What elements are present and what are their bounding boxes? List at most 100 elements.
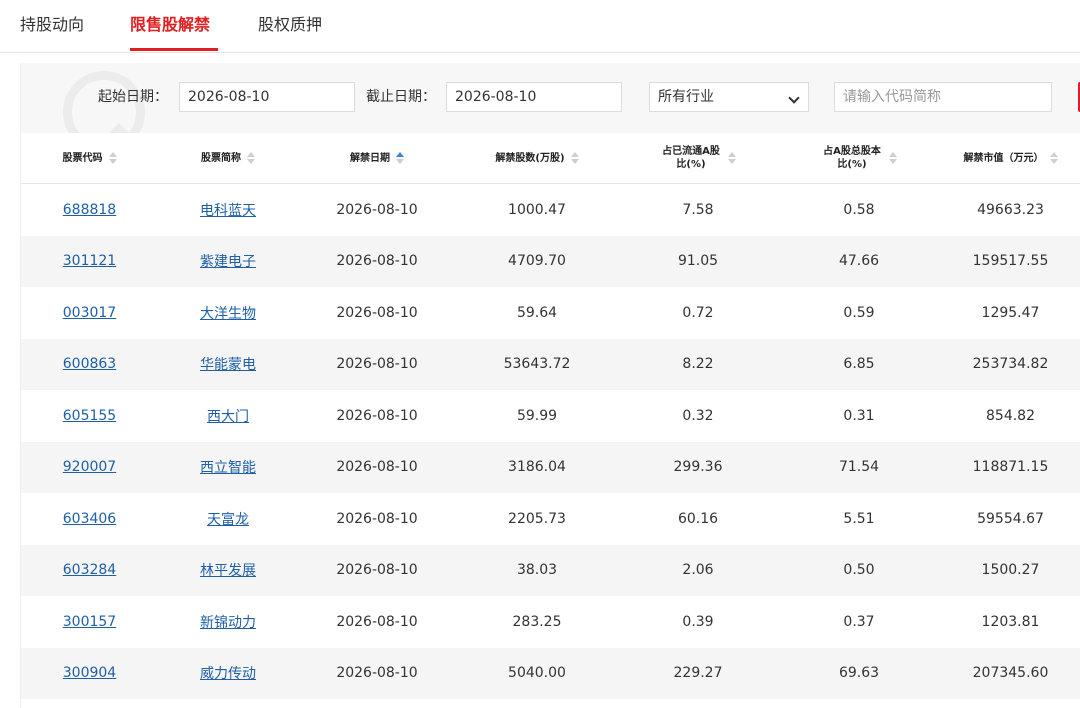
cell-stock-name[interactable]: 新锦动力	[158, 596, 298, 648]
cell-stock-code[interactable]: 605155	[21, 390, 158, 442]
sort-icon[interactable]	[570, 152, 579, 164]
cell-stock-code[interactable]: 301121	[21, 236, 158, 288]
stock-code-link[interactable]: 300157	[63, 614, 116, 630]
stock-code-link[interactable]: 600863	[63, 356, 116, 372]
cell-unlock-shares: 3186.04	[456, 442, 618, 494]
cell-value: 2026-08-10	[336, 201, 418, 218]
cell-unlock-value: 59554.67	[940, 493, 1080, 545]
stock-code-link[interactable]: 300904	[63, 665, 116, 681]
cell-value: 0.32	[682, 407, 714, 424]
end-date-label: 截止日期：	[366, 89, 436, 105]
stock-name-link[interactable]: 新锦动力	[200, 612, 256, 632]
cell-stock-code[interactable]: 603284	[21, 545, 158, 597]
sort-icon[interactable]	[728, 152, 736, 164]
cell-stock-name[interactable]: 林平发展	[158, 545, 298, 597]
cell-value: 0.72	[682, 304, 714, 321]
cell-stock-name[interactable]: 西立智能	[158, 442, 298, 494]
cell-unlock-value: 253734.82	[940, 339, 1080, 391]
table-row: 605155 西大门 2026-08-10 59.99 0.32 0.31 854.82	[21, 390, 1080, 442]
stock-name-link[interactable]: 天富龙	[207, 509, 249, 529]
tab-holding-trend[interactable]: 持股动向	[20, 14, 84, 36]
cell-stock-name[interactable]: 西大门	[158, 390, 298, 442]
cell-stock-code[interactable]: 688818	[21, 184, 158, 236]
cell-total-ratio: 47.66	[778, 236, 940, 288]
stock-code-link[interactable]: 920007	[63, 459, 116, 475]
cell-value: 299.36	[673, 459, 723, 476]
stock-code-link[interactable]: 605155	[63, 408, 116, 424]
cell-value: 2026-08-10	[336, 562, 418, 579]
header-unlock-value[interactable]: 解禁市值（万元）	[940, 133, 1080, 183]
filter-bar: 起始日期： 截止日期： 所有行业	[21, 63, 1080, 133]
cell-stock-name[interactable]: 威力传动	[158, 648, 298, 700]
cell-value: 3186.04	[508, 459, 566, 476]
stock-name-link[interactable]: 西大门	[207, 406, 249, 426]
tab-equity-pledge[interactable]: 股权质押	[258, 14, 322, 36]
cell-stock-code[interactable]: 920007	[21, 442, 158, 494]
cell-stock-code[interactable]: 300904	[21, 648, 158, 700]
active-tab-indicator	[130, 48, 218, 51]
sort-icon[interactable]	[108, 152, 117, 164]
stock-name-link[interactable]: 西立智能	[200, 457, 256, 477]
cell-total-ratio: 0.59	[778, 287, 940, 339]
stock-name-link[interactable]: 华能蒙电	[200, 354, 256, 374]
end-date-input[interactable]	[446, 82, 622, 112]
sort-icon[interactable]	[889, 152, 897, 164]
stock-code-link[interactable]: 003017	[63, 305, 116, 321]
cell-stock-code[interactable]: 300157	[21, 596, 158, 648]
cell-stock-code[interactable]: 603406	[21, 493, 158, 545]
header-float-ratio[interactable]: 占已流通A股比(%)	[618, 133, 778, 183]
cell-stock-name[interactable]: 电科蓝天	[158, 184, 298, 236]
cell-stock-name[interactable]: 大洋生物	[158, 287, 298, 339]
cell-unlock-shares: 283.25	[456, 596, 618, 648]
sort-icon[interactable]	[247, 152, 255, 164]
cell-stock-code[interactable]: 600863	[21, 339, 158, 391]
cell-float-ratio: 8.22	[618, 339, 778, 391]
header-stock-code[interactable]: 股票代码	[21, 133, 158, 183]
header-unlock-date[interactable]: 解禁日期	[298, 133, 456, 183]
cell-value: 0.50	[843, 562, 875, 579]
cell-float-ratio: 0.32	[618, 390, 778, 442]
cell-unlock-value: 118871.15	[940, 442, 1080, 494]
cell-value: 5.51	[843, 510, 875, 527]
sort-icon[interactable]	[1049, 152, 1058, 164]
stock-name-link[interactable]: 电科蓝天	[200, 200, 256, 220]
stock-code-link[interactable]: 603284	[63, 562, 116, 578]
cell-unlock-date: 2026-08-10	[298, 287, 456, 339]
industry-select[interactable]: 所有行业	[649, 82, 809, 112]
stock-name-link[interactable]: 大洋生物	[200, 303, 256, 323]
stock-code-link[interactable]: 688818	[63, 202, 116, 218]
stock-name-link[interactable]: 紫建电子	[200, 251, 256, 271]
stock-name-link[interactable]: 林平发展	[200, 560, 256, 580]
header-unlock-shares[interactable]: 解禁股数(万股)	[456, 133, 618, 183]
cell-unlock-value: 1203.81	[940, 596, 1080, 648]
header-stock-name[interactable]: 股票简称	[158, 133, 298, 183]
cell-unlock-value: 49663.23	[940, 184, 1080, 236]
cell-unlock-shares: 53643.72	[456, 339, 618, 391]
cell-value: 1295.47	[981, 304, 1040, 321]
cell-unlock-value: 1500.27	[940, 545, 1080, 597]
cell-value: 5040.00	[508, 665, 566, 682]
stock-code-link[interactable]: 301121	[63, 253, 116, 269]
search-input[interactable]	[834, 82, 1052, 112]
tab-restricted-unlock[interactable]: 限售股解禁	[130, 14, 210, 36]
header-total-ratio[interactable]: 占A股总股本比(%)	[778, 133, 940, 183]
cell-stock-code[interactable]: 003017	[21, 287, 158, 339]
cell-value: 2.06	[682, 562, 714, 579]
start-date-input[interactable]	[179, 82, 355, 112]
cell-unlock-shares: 59.64	[456, 287, 618, 339]
header-label: 占A股总股本比(%)	[823, 146, 881, 170]
sort-asc-icon[interactable]	[396, 152, 404, 164]
cell-stock-name[interactable]: 天富龙	[158, 493, 298, 545]
cell-value: 2026-08-10	[336, 665, 418, 682]
cell-stock-name[interactable]: 紫建电子	[158, 236, 298, 288]
cell-unlock-shares: 38.03	[456, 545, 618, 597]
cell-unlock-date: 2026-08-10	[298, 442, 456, 494]
cell-stock-name[interactable]: 华能蒙电	[158, 339, 298, 391]
cell-unlock-shares: 5040.00	[456, 648, 618, 700]
cell-value: 59.99	[516, 407, 558, 424]
cell-value: 2205.73	[508, 510, 566, 527]
stock-code-link[interactable]: 603406	[63, 511, 116, 527]
cell-value: 1000.47	[508, 201, 566, 218]
stock-name-link[interactable]: 威力传动	[200, 663, 256, 683]
cell-value: 53643.72	[503, 356, 571, 373]
